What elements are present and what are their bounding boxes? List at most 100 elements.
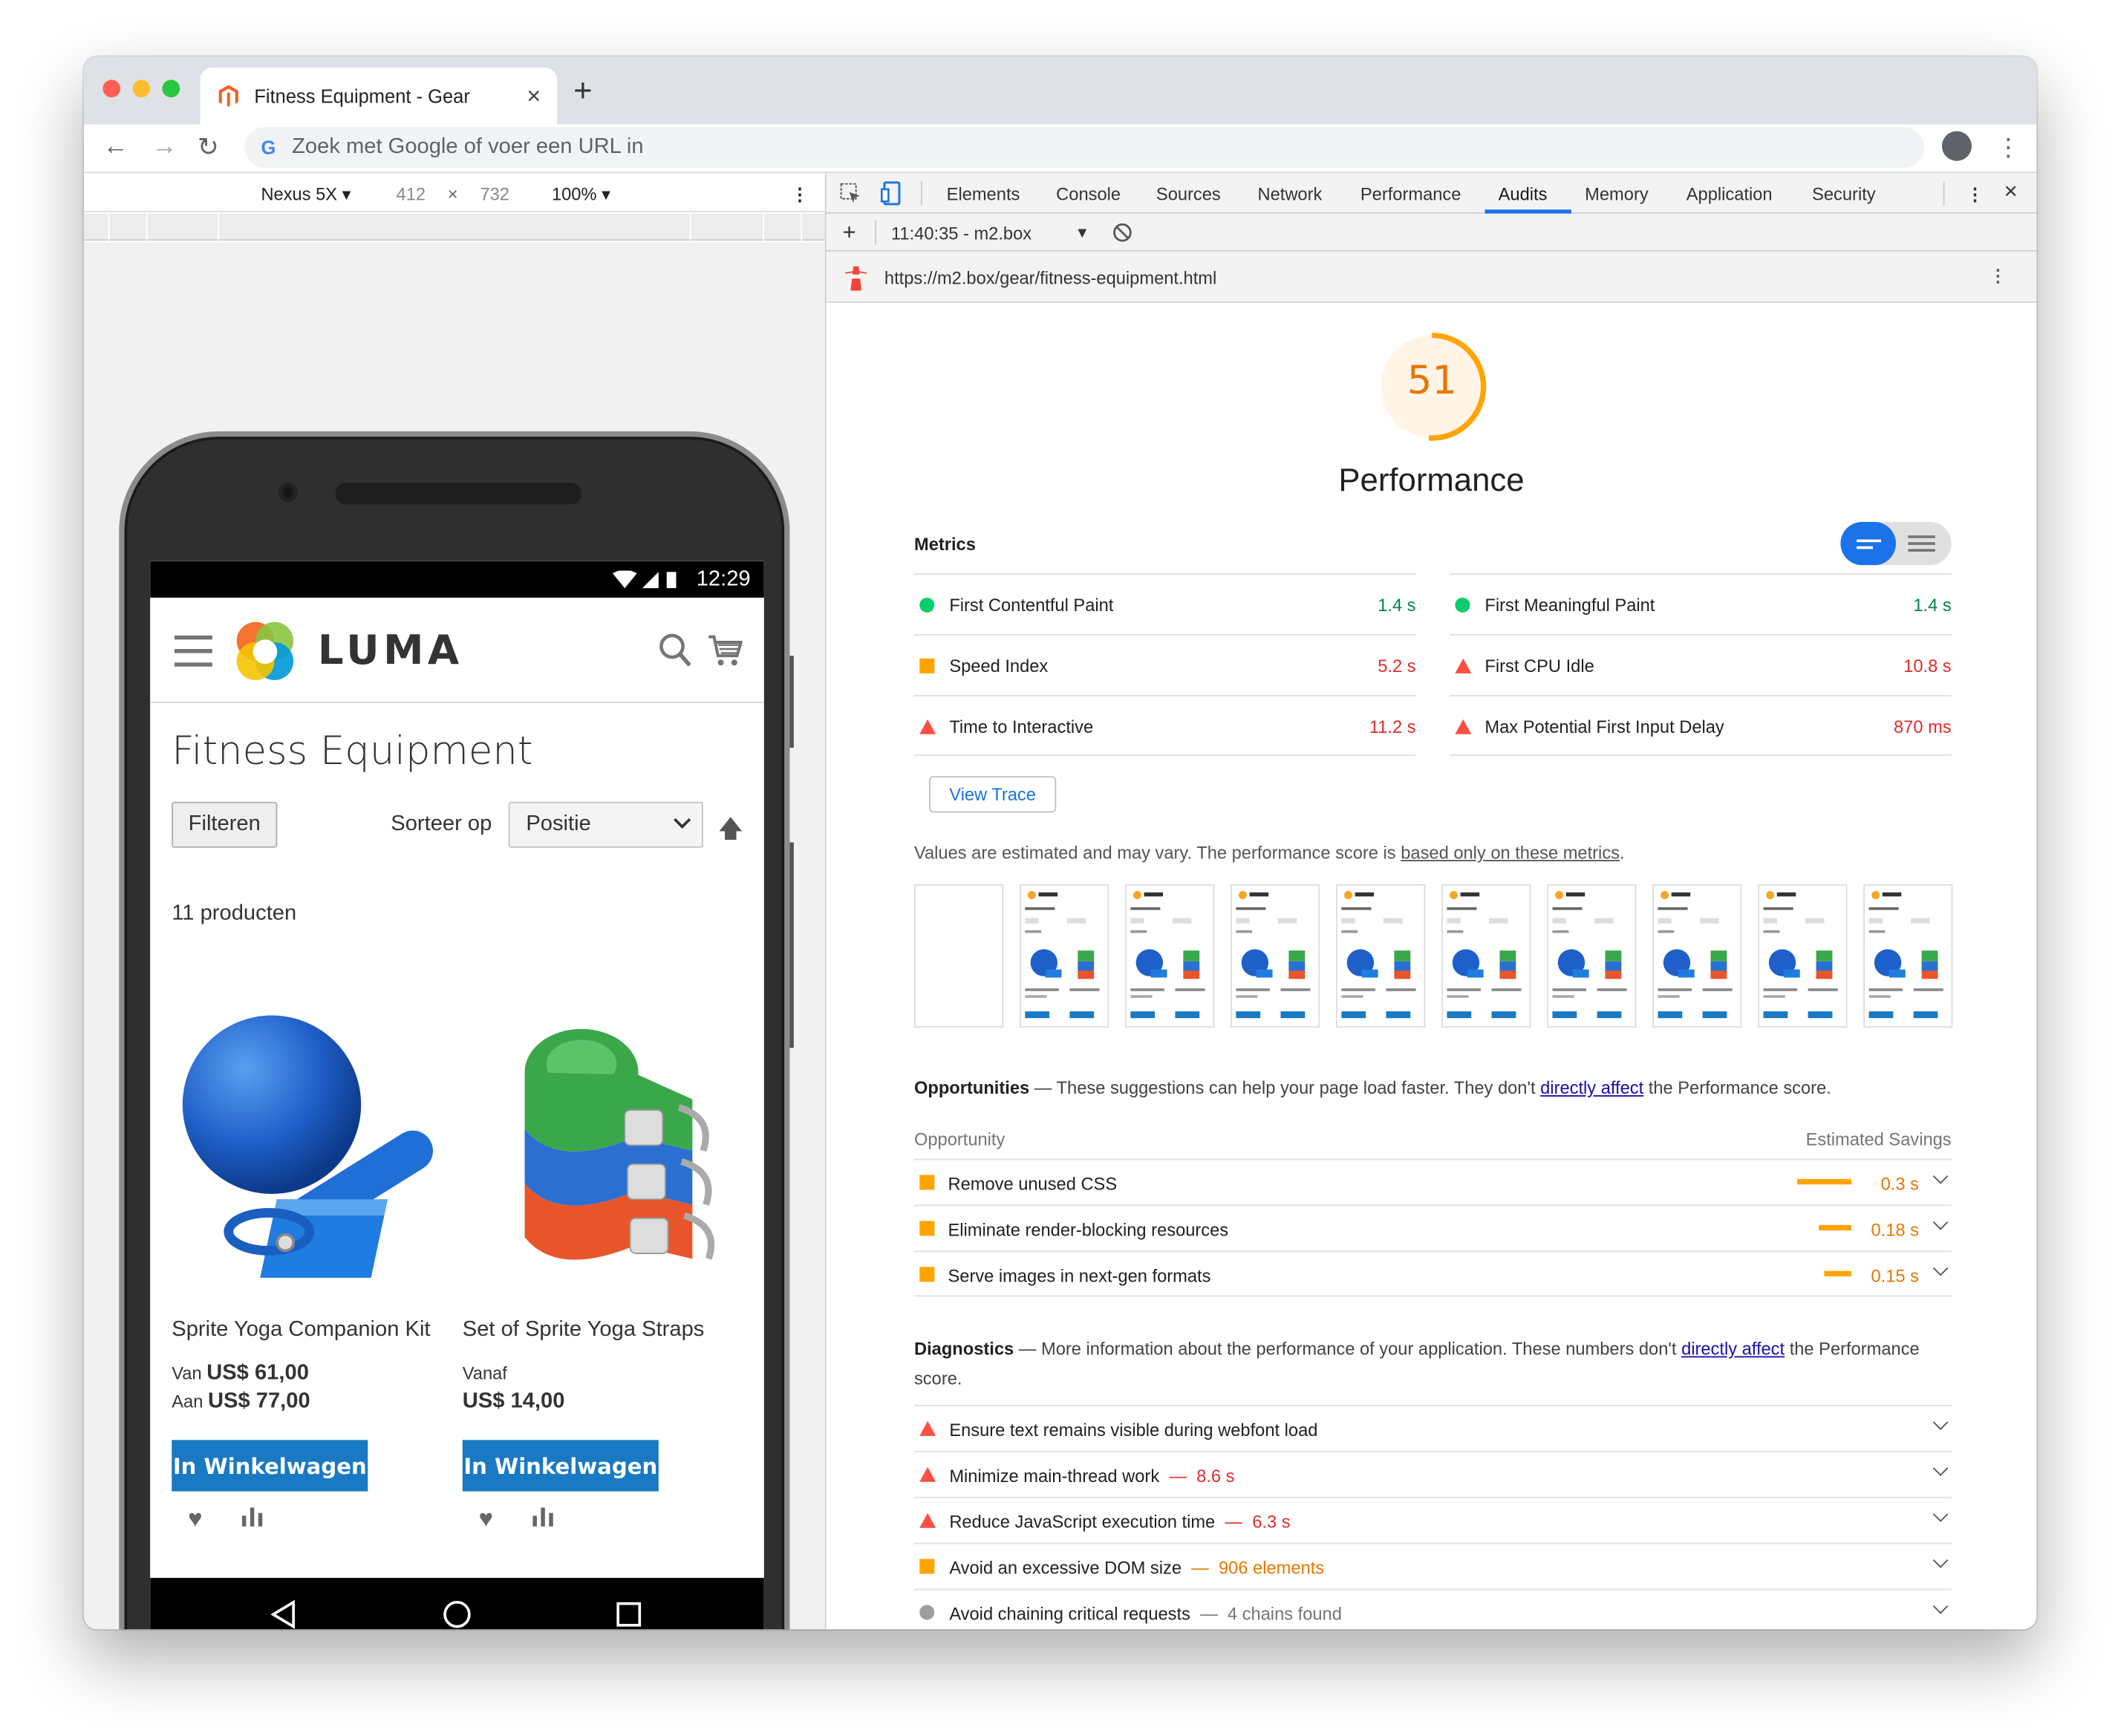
filmstrip-frame[interactable] [1652,884,1742,1028]
session-dropdown-icon[interactable]: ▾ [1078,222,1086,244]
product-image[interactable] [463,993,740,1305]
new-audit-icon[interactable]: + [842,219,856,246]
filmstrip-frame[interactable] [1125,884,1215,1028]
chrome-menu-icon[interactable]: ⋮ [1996,130,2021,165]
chevron-down-icon[interactable] [1932,1553,1949,1568]
compare-icon[interactable] [241,1505,265,1527]
add-to-cart-button[interactable]: In Winkelwagen [172,1440,368,1492]
product-name[interactable]: Sprite Yoga Companion Kit [172,1318,449,1342]
average-icon [919,1267,935,1282]
search-icon[interactable] [659,633,691,668]
filmstrip-frame[interactable] [913,884,1004,1028]
inspect-element-icon[interactable] [840,183,861,204]
report-menu-icon[interactable]: ⋮ [1989,265,2007,287]
filmstrip-frame[interactable] [1547,884,1637,1028]
sort-direction-icon[interactable]: 🡅 [718,812,743,853]
filmstrip-frame[interactable] [1863,884,1953,1028]
device-select[interactable]: Nexus 5X ▾ [261,184,351,206]
tab-elements[interactable]: Elements [947,184,1020,204]
zoom-select[interactable]: 100% ▾ [552,184,610,206]
minimize-window-button[interactable] [132,79,151,98]
filmstrip-frame[interactable] [1231,884,1320,1028]
product-card[interactable]: Sprite Yoga Companion Kit Van US$ 61,00 … [172,993,449,1533]
close-devtools-icon[interactable]: × [2004,178,2018,205]
device-height[interactable]: 732 [480,184,509,204]
luma-logo-icon[interactable] [231,618,299,685]
metric-max-potential-fid: Max Potential First Input Delay 870 ms [1450,694,1952,756]
opportunity-row[interactable]: Serve images in next-gen formats 0.15 s [913,1250,1952,1297]
chevron-down-icon[interactable] [1932,1214,1949,1230]
reload-icon[interactable]: ↻ [198,132,219,163]
back-triangle-icon[interactable] [269,1599,299,1629]
new-tab-button[interactable]: + [573,73,593,111]
media-query-bar[interactable] [83,213,825,241]
filmstrip-frame[interactable] [1336,884,1426,1028]
sort-select[interactable]: Positie [508,801,703,848]
recents-square-icon[interactable] [616,1601,642,1628]
diagnostic-row[interactable]: Reduce JavaScript execution time — 6.3 s [913,1496,1952,1543]
compare-icon[interactable] [531,1505,555,1527]
metrics-link[interactable]: based only on these metrics [1401,842,1620,862]
browser-tab[interactable]: Fitness Equipment - Gear × [200,68,558,125]
product-image[interactable] [172,993,449,1305]
tab-security[interactable]: Security [1812,184,1876,204]
chevron-down-icon[interactable] [1932,1507,1949,1522]
toggle-compact[interactable] [1840,521,1896,566]
product-card[interactable]: Set of Sprite Yoga Straps Vanaf US$ 14,0… [462,993,740,1533]
clear-icon[interactable] [1113,223,1132,242]
opportunity-row[interactable]: Eliminate render-blocking resources 0.18 … [913,1204,1952,1250]
forward-icon[interactable]: → [151,132,177,162]
close-window-button[interactable] [102,79,121,98]
opportunity-row[interactable]: Remove unused CSS 0.3 s [913,1158,1952,1205]
filmstrip-frame[interactable] [1020,884,1109,1028]
diagnostic-row[interactable]: Ensure text remains visible during webfo… [913,1404,1952,1451]
opportunity-name: Serve images in next-gen formats [948,1265,1211,1286]
tab-sources[interactable]: Sources [1156,184,1221,204]
close-tab-button[interactable]: × [527,82,541,110]
tab-audits[interactable]: Audits [1499,184,1548,204]
tab-memory[interactable]: Memory [1585,184,1649,204]
directly-affect-link[interactable]: directly affect [1540,1077,1643,1097]
diagnostic-row[interactable]: Avoid an excessive DOM size — 906 elemen… [913,1542,1952,1589]
tab-title: Fitness Equipment - Gear [254,85,470,107]
tab-application[interactable]: Application [1687,184,1773,204]
metrics-view-toggle[interactable] [1840,521,1952,566]
status-time: 12:29 [696,567,751,591]
menu-icon[interactable] [174,635,212,676]
chevron-down-icon[interactable] [1932,1168,1949,1184]
yoga-straps-image [524,1028,715,1260]
diagnostic-row[interactable]: Avoid chaining critical requests — 4 cha… [913,1588,1952,1630]
device-more-icon[interactable]: ⋮ [791,184,809,206]
chevron-down-icon[interactable] [1932,1414,1949,1430]
wishlist-icon[interactable]: ♥ [188,1505,202,1533]
home-circle-icon[interactable] [442,1599,472,1629]
add-to-cart-button[interactable]: In Winkelwagen [462,1440,659,1492]
diagnostic-row[interactable]: Minimize main-thread work — 8.6 s [913,1450,1952,1497]
directly-affect-link[interactable]: directly affect [1681,1339,1785,1359]
tab-performance[interactable]: Performance [1360,184,1461,204]
filter-button[interactable]: Filteren [172,801,278,848]
audit-session-select[interactable]: 11:40:35 - m2.box [891,223,1032,243]
diagnostic-name: Avoid an excessive DOM size [949,1557,1182,1579]
zoom-window-button[interactable] [162,79,180,98]
cart-icon[interactable] [707,633,743,668]
fail-icon [919,719,936,734]
tab-network[interactable]: Network [1258,184,1323,204]
account-icon[interactable] [1941,131,1972,161]
devtools-more-icon[interactable]: ⋮ [1966,184,1984,206]
filmstrip-frame[interactable] [1441,884,1531,1028]
filmstrip-frame[interactable] [1758,884,1848,1028]
chevron-down-icon[interactable] [1932,1461,1949,1476]
address-bar[interactable]: G Zoek met Google of voer een URL in [244,127,1925,168]
wishlist-icon[interactable]: ♥ [479,1505,493,1533]
product-name[interactable]: Set of Sprite Yoga Straps [463,1318,740,1342]
tab-console[interactable]: Console [1056,184,1121,204]
device-width[interactable]: 412 [397,184,426,204]
chevron-down-icon[interactable] [1932,1599,1949,1614]
view-trace-button[interactable]: View Trace [929,776,1057,813]
back-icon[interactable]: ← [102,132,128,162]
magento-icon [218,85,238,108]
device-toggle-icon[interactable] [880,181,902,206]
chevron-down-icon[interactable] [1932,1260,1949,1276]
sort-label: Sorteer op [391,812,492,836]
